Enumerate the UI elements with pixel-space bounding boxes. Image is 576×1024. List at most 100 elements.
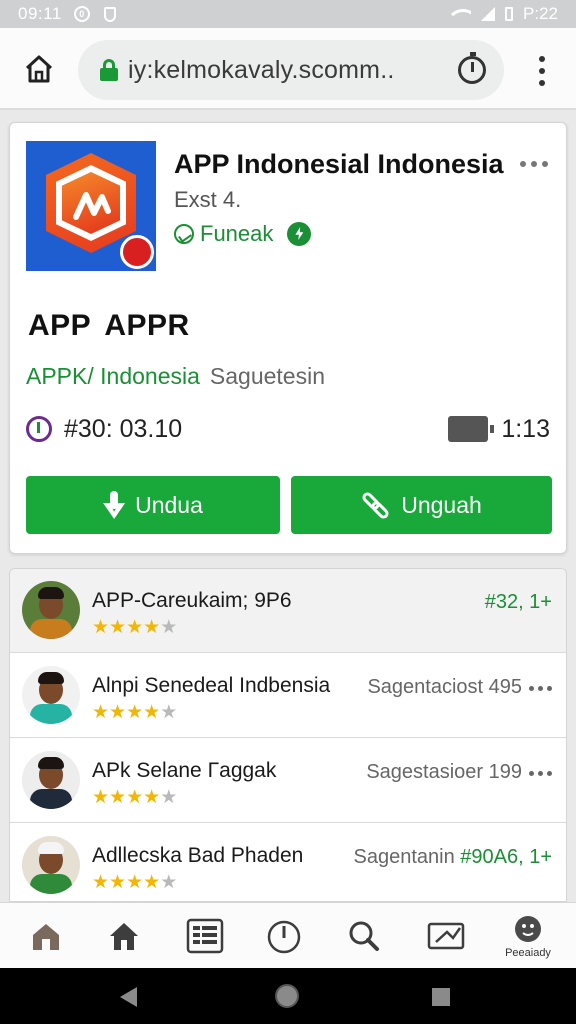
profile-icon	[515, 915, 541, 942]
app-tag: Funeak	[174, 221, 312, 247]
avatar	[22, 666, 80, 724]
list-item[interactable]: Alnpi Senedeal Indbensia ★★★★★ Sagentaci…	[10, 654, 566, 738]
more-options-icon[interactable]	[529, 771, 552, 776]
home-circle-icon[interactable]	[275, 984, 299, 1008]
review-list: APP-Careukaim; 9P6 ★★★★★ #32, 1+ Alnpi S…	[9, 568, 567, 902]
app-card: APP Indonesial Indonesia Exst 4. Funeak …	[9, 122, 567, 554]
battery-icon	[505, 7, 514, 21]
back-icon[interactable]	[120, 987, 137, 1007]
category-label: Saguetesin	[209, 363, 325, 389]
trending-icon	[174, 224, 194, 244]
star-filled-icon: ★	[143, 787, 161, 808]
nav-search[interactable]	[324, 903, 404, 969]
review-meta: Sagentanin #90A6, 1+	[353, 846, 552, 869]
star-filled-icon: ★	[143, 617, 161, 638]
status-bar: 09:11 0 P:22	[0, 0, 576, 28]
browser-toolbar: iy:kelmokavaly.scomm..	[0, 28, 576, 110]
star-filled-icon: ★	[143, 702, 161, 723]
overflow-menu-icon[interactable]	[532, 56, 552, 86]
avatar	[22, 581, 80, 639]
home-icon[interactable]	[24, 54, 54, 84]
app-logo-icon[interactable]	[26, 141, 156, 271]
status-right-text: P:22	[523, 4, 558, 23]
avatar	[22, 836, 80, 894]
review-meta: Sagentaciost 495	[367, 676, 522, 698]
review-name: Adllecska Bad Phaden	[92, 844, 304, 867]
meta-left: #30: 03.10	[64, 415, 183, 443]
star-filled-icon: ★	[109, 702, 127, 723]
star-filled-icon: ★	[92, 702, 110, 723]
review-name: APk Selane Γaggak	[92, 759, 277, 782]
app-tag-label: Funeak	[200, 221, 274, 246]
rating-stars: ★★★★★	[92, 703, 177, 722]
rating-stars: ★★★★★	[92, 788, 177, 807]
star-filled-icon: ★	[126, 617, 144, 638]
url-text[interactable]: iy:kelmokavaly.scomm..	[128, 56, 395, 85]
download-icon	[103, 491, 125, 519]
recent-apps-icon[interactable]	[432, 988, 450, 1006]
star-filled-icon: ★	[143, 872, 161, 893]
timer-icon[interactable]	[458, 52, 486, 84]
review-name: APP-Careukaim; 9P6	[92, 589, 292, 612]
list-item[interactable]: Adllecska Bad Phaden ★★★★★ Sagentanin #9…	[10, 824, 566, 901]
home-filled-icon	[110, 923, 138, 950]
search-icon	[349, 921, 379, 951]
meta-line: #30: 03.10 1:13	[26, 413, 550, 447]
link-icon	[360, 490, 391, 521]
nav-timer[interactable]	[244, 903, 324, 969]
nav-home-outline[interactable]	[6, 903, 86, 969]
download-label: Undua	[135, 491, 203, 518]
status-right: P:22	[449, 4, 558, 24]
download-button[interactable]: Undua	[26, 476, 280, 534]
lock-icon	[100, 59, 118, 81]
star-empty-icon: ★	[160, 872, 178, 893]
review-meta: Sagestasioer 199	[366, 761, 522, 783]
system-navigation-bar	[0, 968, 576, 1024]
app-subtitle: Exst 4.	[174, 187, 242, 212]
signal-icon	[481, 7, 496, 21]
nav-list[interactable]	[165, 903, 245, 969]
app-heading: APP APPR	[28, 309, 190, 342]
badge-icon	[120, 235, 154, 269]
nav-home[interactable]	[84, 903, 164, 969]
list-item[interactable]: APk Selane Γaggak ★★★★★ Sagestasioer 199	[10, 739, 566, 823]
star-filled-icon: ★	[109, 787, 127, 808]
star-empty-icon: ★	[160, 702, 178, 723]
more-options-icon[interactable]	[529, 686, 552, 691]
mail-check-icon	[427, 922, 465, 950]
status-time: 09:11	[18, 4, 62, 23]
list-grid-icon	[186, 918, 224, 954]
address-bar[interactable]: iy:kelmokavaly.scomm..	[78, 40, 504, 100]
review-meta-gray: Sagentanin	[353, 846, 461, 868]
rating-stars: ★★★★★	[92, 873, 177, 892]
review-meta-green: #90A6, 1+	[460, 846, 552, 868]
star-filled-icon: ★	[126, 702, 144, 723]
developer-line: APPK/ Indonesia Saguetesin	[26, 363, 325, 390]
app-title: APP Indonesial Indonesia	[174, 149, 504, 179]
star-filled-icon: ★	[109, 617, 127, 638]
developer-link[interactable]: APPK/ Indonesia	[26, 363, 200, 389]
clock-icon	[26, 416, 52, 442]
profile-label: Peeaiady	[505, 946, 551, 959]
more-options-icon[interactable]	[520, 161, 548, 167]
list-item[interactable]: APP-Careukaim; 9P6 ★★★★★ #32, 1+	[10, 569, 566, 653]
rating-stars: ★★★★★	[92, 618, 177, 637]
home-outline-icon	[33, 924, 59, 950]
nav-mail[interactable]	[406, 903, 486, 969]
share-button[interactable]: Unguah	[291, 476, 552, 534]
notification-badge-icon: 0	[73, 6, 90, 22]
star-empty-icon: ★	[160, 617, 178, 638]
avatar	[22, 751, 80, 809]
wifi-icon	[449, 7, 472, 21]
shield-icon	[103, 6, 116, 22]
nav-profile[interactable]: Peeaiady	[488, 903, 568, 969]
review-name: Alnpi Senedeal Indbensia	[92, 674, 331, 697]
review-meta: #32, 1+	[484, 591, 552, 613]
star-filled-icon: ★	[92, 787, 110, 808]
star-filled-icon: ★	[92, 872, 110, 893]
star-empty-icon: ★	[160, 787, 178, 808]
timer-icon	[267, 920, 301, 954]
star-filled-icon: ★	[126, 872, 144, 893]
device-icon	[448, 416, 494, 442]
notification-count: 0	[79, 9, 85, 19]
